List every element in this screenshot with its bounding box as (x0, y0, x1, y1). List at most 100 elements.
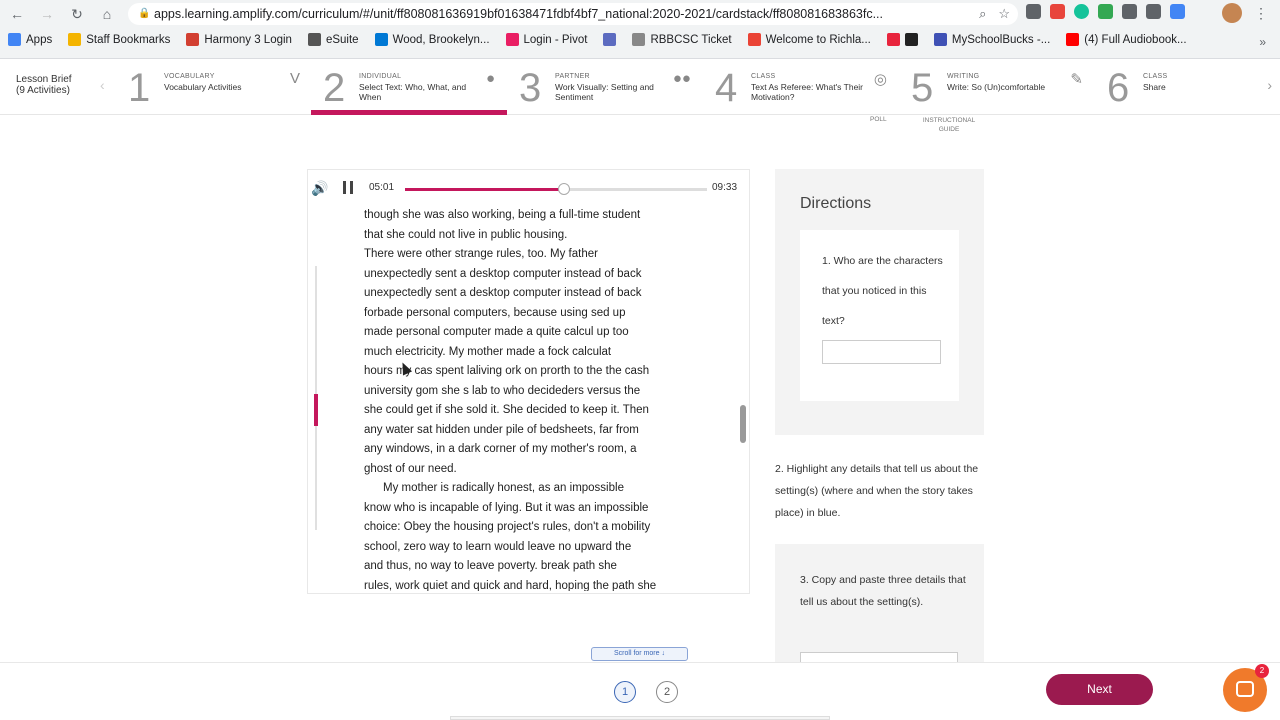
profile-avatar[interactable] (1222, 3, 1242, 23)
reading-line[interactable]: though she was also working, being a ful… (364, 206, 704, 226)
extension-icon[interactable] (1122, 4, 1137, 19)
reading-line[interactable]: know who is incapable of lying. But it w… (364, 499, 704, 519)
bookmark-richland[interactable]: Welcome to Richla... (747, 33, 871, 46)
s-icon (904, 33, 918, 46)
bookmark-audiobook[interactable]: (4) Full Audiobook... (1066, 33, 1187, 46)
reload-icon[interactable]: ↻ (68, 5, 86, 23)
extension-icon[interactable] (1170, 4, 1185, 19)
reading-line[interactable]: that she could not live in public housin… (364, 226, 704, 246)
step-6[interactable]: 6 Class Share (1095, 60, 1280, 115)
audio-current-time: 05:01 (369, 182, 395, 193)
audio-total-time: 09:33 (712, 182, 738, 193)
back-icon[interactable]: ← (8, 5, 26, 23)
bookmark-harmony[interactable]: Harmony 3 Login (186, 33, 292, 46)
reading-line[interactable]: ghost of our need. (364, 460, 704, 480)
bookmark-apps[interactable]: Apps (8, 33, 52, 46)
reading-line[interactable]: made personal computer made a quite calc… (364, 323, 704, 343)
page-2-button[interactable]: 2 (656, 681, 678, 703)
puzzle-icon[interactable] (1146, 4, 1161, 19)
poll-tool[interactable]: Poll (870, 116, 887, 123)
c-icon (603, 33, 617, 46)
reading-text[interactable]: though she was also working, being a ful… (364, 206, 704, 591)
bookmark-esuite[interactable]: eSuite (307, 33, 359, 46)
step-5[interactable]: 5 Writing Write: So (Un)comfortable ✎ (899, 60, 1095, 115)
youtube-icon (1066, 33, 1080, 46)
outlook-icon (374, 33, 388, 46)
forward-icon[interactable]: → (38, 5, 56, 23)
m-icon (933, 33, 947, 46)
reading-line[interactable]: There were other strange rules, too. My … (364, 245, 704, 265)
extensions (1026, 4, 1185, 19)
step-2[interactable]: 2 Individual Select Text: Who, What, and… (311, 60, 507, 115)
reading-line[interactable]: hours my cas spent laliving ork on prort… (364, 362, 704, 382)
bookmark-staff[interactable]: Staff Bookmarks (68, 33, 170, 46)
step-1[interactable]: 1 Vocabulary Vocabulary Activities V (116, 60, 312, 115)
reading-line[interactable]: forbade personal computers, because usin… (364, 304, 704, 324)
reading-line[interactable]: any water sat hidden under pile of bedsh… (364, 421, 704, 441)
address-icons: ⌕ ☆ (979, 3, 1010, 25)
bookmark-rbbcsc[interactable]: RBBCSC Ticket (632, 33, 732, 46)
ticket-icon (632, 33, 646, 46)
extension-icon[interactable] (1026, 4, 1041, 19)
question-1-answer[interactable] (822, 340, 941, 364)
reading-panel: 🔊 05:01 09:33 though she was also workin… (307, 169, 750, 594)
instructional-guide-tool[interactable]: Instructional Guide (920, 116, 978, 134)
pencil-icon: ✎ (1070, 71, 1083, 88)
audio-progress-track[interactable] (405, 183, 707, 195)
highlight-position[interactable] (314, 394, 318, 426)
search-icon[interactable]: ⌕ (979, 3, 986, 25)
star-icon[interactable]: ☆ (998, 3, 1010, 25)
apps-grid-icon (8, 33, 21, 46)
person-icon: ● (485, 70, 495, 87)
reading-line[interactable]: choice: Obey the housing project's rules… (364, 518, 704, 538)
lesson-brief[interactable]: Lesson Brief (9 Activities) (16, 74, 72, 96)
extension-icon[interactable] (1098, 4, 1113, 19)
reading-scrollbar[interactable] (740, 405, 746, 443)
chat-badge: 2 (1255, 664, 1269, 678)
page-1-button[interactable]: 1 (614, 681, 636, 703)
chat-launcher[interactable]: 2 (1223, 664, 1269, 712)
audio-scrubber[interactable] (557, 183, 570, 195)
reading-line[interactable]: university gom she s lab to who decidede… (364, 382, 704, 402)
step-4[interactable]: 4 Class Text As Referee: What's Their Mo… (703, 60, 899, 115)
reading-line[interactable]: unexpectedly sent a desktop computer ins… (364, 265, 704, 285)
bookmark-c[interactable] (603, 33, 617, 46)
pivot-icon (505, 33, 519, 46)
bookmark-myschoolbucks[interactable]: MySchoolBucks -... (933, 33, 1050, 46)
extension-icon[interactable] (1050, 4, 1065, 19)
steps-prev-icon[interactable]: ‹ (100, 77, 105, 93)
harmony-icon (186, 33, 200, 46)
pause-icon[interactable] (343, 181, 353, 194)
scroll-for-more-button[interactable]: Scroll for more ↓ (591, 647, 688, 661)
bird-icon (886, 33, 900, 46)
browser-chrome: ← → ↻ ⌂ 🔒 apps.learning.amplify.com/curr… (0, 0, 1280, 59)
reading-line[interactable]: school, zero way to learn would leave no… (364, 538, 704, 558)
footer: 1 2 Next 2 (0, 662, 1280, 720)
vocabulary-icon: V (289, 70, 300, 87)
question-3: 3. Copy and paste three details that tel… (800, 574, 966, 608)
reading-line[interactable]: unexpectedly sent a desktop computer ins… (364, 284, 704, 304)
reading-line[interactable]: My mother is radically honest, as an imp… (364, 479, 704, 499)
bookmark-pivot[interactable]: Login - Pivot (505, 33, 587, 46)
next-button[interactable]: Next (1046, 674, 1153, 705)
bottom-scrollbar[interactable] (450, 716, 830, 720)
reading-line[interactable]: any windows, in a dark corner of my moth… (364, 440, 704, 460)
audio-progress-fill (405, 188, 564, 191)
reading-line[interactable]: rules, work quiet and quick and hard, ho… (364, 577, 704, 592)
bulb-icon: ◎ (873, 71, 887, 88)
directions-panel: Directions 1. Who are the characters tha… (775, 169, 984, 435)
kebab-menu-icon[interactable]: ⋮ (1254, 5, 1268, 22)
reading-line[interactable]: much electricity. My mother made a fock … (364, 343, 704, 363)
step-3[interactable]: 3 Partner Work Visually: Setting and Sen… (507, 60, 703, 115)
reading-line[interactable]: she could get if she sold it. She decide… (364, 401, 704, 421)
home-icon[interactable]: ⌂ (98, 5, 116, 23)
extension-icon[interactable] (1074, 4, 1089, 19)
address-bar[interactable]: 🔒 apps.learning.amplify.com/curriculum/#… (128, 3, 1018, 25)
url-text: apps.learning.amplify.com/curriculum/#/u… (154, 7, 883, 21)
speaker-icon[interactable]: 🔊 (311, 180, 328, 197)
steps-next-icon[interactable]: › (1267, 77, 1272, 93)
reading-line[interactable]: and thus, no way to leave poverty. break… (364, 557, 704, 577)
bookmark-wood[interactable]: Wood, Brookelyn... (374, 33, 490, 46)
bookmarks-more[interactable]: » (1259, 35, 1266, 49)
bookmark-misc[interactable] (886, 33, 918, 46)
